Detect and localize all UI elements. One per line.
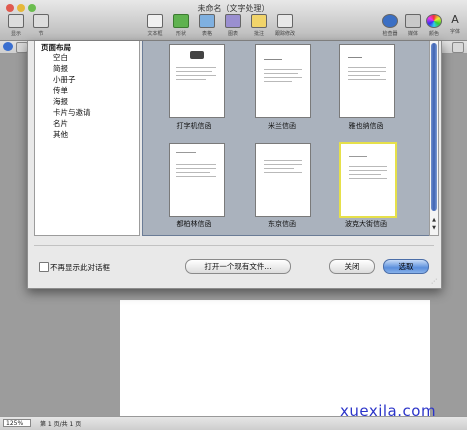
toolbar-shapes-label: 形状 bbox=[175, 31, 186, 37]
toolbar-chart-label: 图表 bbox=[227, 31, 238, 37]
toolbar-track-changes-button[interactable]: 跟踪修改 bbox=[271, 14, 299, 37]
category-item[interactable]: 空白 bbox=[53, 52, 68, 63]
category-item[interactable]: 简报 bbox=[53, 63, 68, 74]
table-icon bbox=[199, 14, 215, 28]
template-thumbnail-vienna[interactable] bbox=[339, 44, 395, 118]
toolbar-track-changes-label: 跟踪修改 bbox=[274, 31, 295, 37]
category-item[interactable]: 小册子 bbox=[53, 74, 76, 85]
chart-icon bbox=[225, 14, 241, 28]
comment-icon bbox=[251, 14, 267, 28]
toolbar-textbox-label: 文本框 bbox=[147, 31, 163, 37]
template-label: 米兰信函 bbox=[268, 122, 296, 130]
category-item[interactable]: 海报 bbox=[53, 96, 68, 107]
template-chooser-sheet: 页面布局 空白 简报 小册子 传单 海报 卡片与邀请 名片 其他 打字机信函 米… bbox=[27, 41, 442, 289]
template-label: 都柏林信函 bbox=[176, 220, 212, 228]
page-info: 第 1 页/共 1 页 bbox=[40, 421, 82, 428]
template-thumbnail-tokyo[interactable] bbox=[255, 143, 311, 217]
media-icon bbox=[405, 14, 421, 28]
choose-button[interactable]: 选取 bbox=[383, 259, 429, 274]
template-label: 东京信函 bbox=[268, 220, 296, 228]
category-list: 页面布局 空白 简报 小册子 传单 海报 卡片与邀请 名片 其他 bbox=[34, 41, 140, 236]
watermark: xuexila.com bbox=[340, 402, 437, 420]
document-page[interactable] bbox=[120, 300, 430, 416]
toolbar-view-button[interactable]: 显示 bbox=[2, 14, 30, 37]
toolbar-textbox-button[interactable]: 文本框 bbox=[141, 14, 169, 37]
scroll-up-icon[interactable]: ▲ bbox=[431, 217, 437, 224]
template-label: 波克大街信函 bbox=[345, 220, 387, 228]
sheet-divider bbox=[34, 245, 434, 246]
styles-drawer-icon[interactable] bbox=[3, 42, 13, 51]
toolbar-comment-label: 批注 bbox=[253, 31, 264, 37]
toolbar-fonts-button[interactable]: A 字体 bbox=[441, 13, 467, 36]
template-label: 打字机信函 bbox=[176, 122, 212, 130]
toolbar-sections-button[interactable]: 节 bbox=[27, 14, 55, 37]
toolbar-table-button[interactable]: 表格 bbox=[193, 14, 221, 37]
template-gallery: 打字机信函 米兰信函 雅也纳信函 都柏林信函 东京信函 波克大街信函 bbox=[142, 41, 430, 236]
view-icon bbox=[8, 14, 24, 28]
dont-show-again-checkbox[interactable] bbox=[39, 262, 49, 272]
template-label: 雅也纳信函 bbox=[348, 122, 384, 130]
fonts-icon: A bbox=[451, 13, 459, 26]
sections-icon bbox=[33, 14, 49, 28]
toolbar-chart-button[interactable]: 图表 bbox=[219, 14, 247, 37]
toolbar-view-label: 显示 bbox=[10, 31, 21, 37]
window-title: 未命名（文字处理） bbox=[197, 4, 270, 13]
template-thumbnail-dublin[interactable] bbox=[169, 143, 225, 217]
template-thumbnail-typewriter[interactable] bbox=[169, 44, 225, 118]
category-item[interactable]: 名片 bbox=[53, 118, 68, 129]
typewriter-icon bbox=[190, 51, 204, 59]
scroll-down-icon[interactable]: ▼ bbox=[431, 225, 437, 232]
category-item[interactable]: 卡片与邀请 bbox=[53, 107, 91, 118]
toolbar-media-label: 媒体 bbox=[407, 31, 418, 37]
template-thumbnail-selected[interactable] bbox=[339, 142, 397, 218]
open-existing-file-button[interactable]: 打开一个现有文件... bbox=[185, 259, 291, 274]
colors-icon bbox=[426, 14, 442, 28]
shapes-icon bbox=[173, 14, 189, 28]
template-thumbnail-milan[interactable] bbox=[255, 44, 311, 118]
category-item[interactable]: 传单 bbox=[53, 85, 68, 96]
track-changes-icon bbox=[277, 14, 293, 28]
gallery-scrollbar[interactable]: ▲ ▼ bbox=[429, 41, 439, 236]
toolbar-fonts-label: 字体 bbox=[449, 29, 460, 35]
toolbar-inspector-label: 检查器 bbox=[382, 31, 398, 37]
dont-show-again-label: 不再显示此对话框 bbox=[50, 263, 110, 272]
inspector-icon bbox=[382, 14, 398, 28]
textbox-icon bbox=[147, 14, 163, 28]
toolbar-colors-label: 颜色 bbox=[428, 31, 439, 37]
window-titlebar: 未命名（文字处理） 显示 节 文本框 形状 表格 图表 批注 跟踪修改 检查器 … bbox=[0, 0, 467, 41]
toolbar-table-label: 表格 bbox=[201, 31, 212, 37]
toolbar-comment-button[interactable]: 批注 bbox=[245, 14, 273, 37]
toolbar-shapes-button[interactable]: 形状 bbox=[167, 14, 195, 37]
resize-grip-icon[interactable]: ⋰ bbox=[431, 278, 439, 286]
close-button[interactable]: 关闭 bbox=[329, 259, 375, 274]
scrollbar-thumb[interactable] bbox=[431, 43, 437, 211]
category-item[interactable]: 其他 bbox=[53, 129, 68, 140]
toolbar-sections-label: 节 bbox=[38, 31, 44, 37]
zoom-select[interactable]: 125% bbox=[3, 419, 31, 427]
format-bar-end-icon[interactable] bbox=[452, 42, 464, 53]
